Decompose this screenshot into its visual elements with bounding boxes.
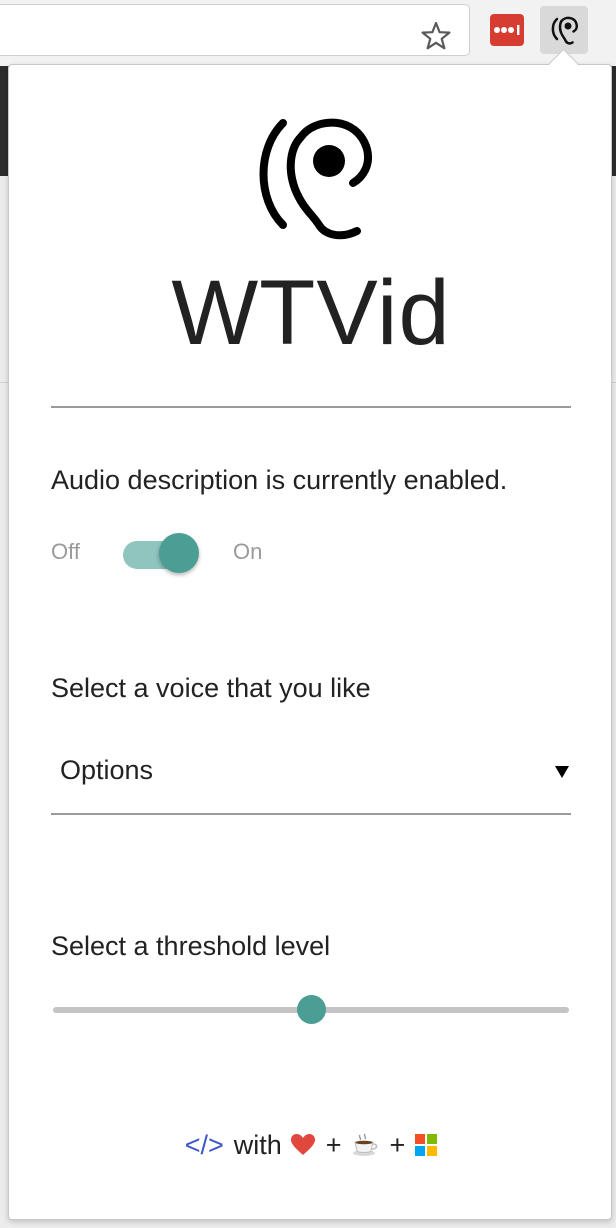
voice-select-label: Select a voice that you like [51, 673, 371, 703]
footer-plus: + [389, 1129, 406, 1160]
app-title: WTVid [171, 262, 451, 364]
browser-toolbar [0, 0, 616, 66]
extension-button[interactable] [540, 6, 588, 54]
audio-description-toggle[interactable] [121, 533, 201, 577]
toggle-knob[interactable] [159, 533, 199, 573]
footer: </> with + + [9, 1125, 613, 1165]
coffee-icon [352, 1133, 377, 1156]
footer-with-text: with [233, 1129, 282, 1160]
footer-plus: + [325, 1129, 342, 1160]
windows-icon [415, 1134, 438, 1156]
threshold-slider[interactable] [51, 993, 571, 1029]
toggle-off-label: Off [51, 539, 80, 564]
heart-icon [290, 1134, 315, 1155]
slider-thumb[interactable] [297, 995, 326, 1024]
chevron-down-icon [555, 766, 569, 778]
ear-icon [259, 118, 372, 240]
lastpass-icon[interactable] [490, 14, 524, 46]
voice-select-value: Options [60, 755, 154, 785]
threshold-label: Select a threshold level [51, 931, 331, 961]
voice-select[interactable]: Options [51, 741, 571, 815]
address-bar[interactable] [0, 4, 470, 56]
ear-icon [551, 16, 578, 45]
audio-status-text: Audio description is currently enabled. [51, 465, 508, 495]
star-icon[interactable] [419, 19, 453, 53]
code-icon: </> [184, 1129, 224, 1160]
divider [51, 406, 571, 408]
toggle-on-label: On [233, 539, 263, 564]
extension-popup: WTVid Audio description is currently ena… [8, 64, 612, 1220]
